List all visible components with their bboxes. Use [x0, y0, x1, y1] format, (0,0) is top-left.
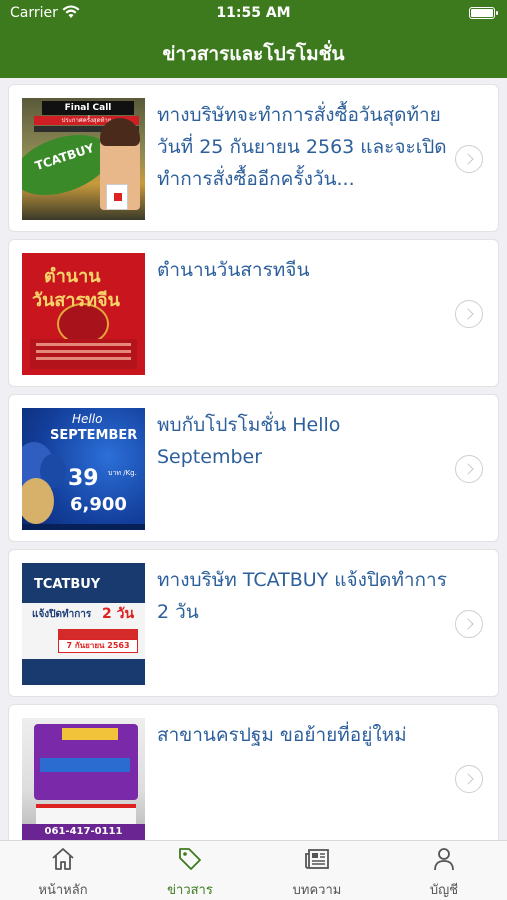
person-icon — [434, 848, 454, 871]
news-card[interactable]: TCATBUY แจ้งปิดทำการ 2 วัน 7 กันยายน 256… — [8, 549, 499, 697]
battery-icon — [469, 7, 498, 19]
news-card[interactable]: TCATBUY Final Call ประกาศครั้งสุดท้าย ทา… — [8, 84, 499, 232]
news-thumbnail: Hello SEPTEMBER 39 บาท /Kg. 6,900 — [22, 408, 145, 530]
news-title[interactable]: สาขานครปฐม ขอย้ายที่อยู่ใหม่ — [157, 719, 447, 751]
tag-icon — [179, 848, 201, 870]
chevron-right-icon[interactable] — [455, 610, 483, 638]
news-title[interactable]: ทางบริษัท TCATBUY แจ้งปิดทำการ 2 วัน — [157, 564, 447, 628]
tab-label: บทความ — [292, 883, 342, 898]
news-thumbnail: ตำนาน วันสารทจีน — [22, 253, 145, 375]
clock: 11:55 AM — [216, 5, 291, 21]
tab-label: หน้าหลัก — [38, 883, 88, 898]
page-title: ข่าวสารและโปรโมชั่น — [162, 43, 345, 65]
news-card[interactable]: Hello SEPTEMBER 39 บาท /Kg. 6,900 พบกับโ… — [8, 394, 499, 542]
status-bar: Carrier 11:55 AM — [0, 0, 507, 26]
news-card[interactable]: 061-417-0111 สาขานครปฐม ขอย้ายที่อยู่ใหม… — [8, 704, 499, 840]
navigation-bar: ข่าวสารและโปรโมชั่น — [0, 26, 507, 78]
news-list[interactable]: TCATBUY Final Call ประกาศครั้งสุดท้าย ทา… — [0, 80, 507, 840]
tab-account[interactable]: บัญชี — [381, 841, 507, 900]
chevron-right-icon[interactable] — [455, 145, 483, 173]
chevron-right-icon[interactable] — [455, 455, 483, 483]
chevron-right-icon[interactable] — [455, 765, 483, 793]
news-card[interactable]: ตำนาน วันสารทจีน ตำนานวันสารทจีน — [8, 239, 499, 387]
newspaper-icon — [305, 849, 329, 869]
news-thumbnail: TCATBUY แจ้งปิดทำการ 2 วัน 7 กันยายน 256… — [22, 563, 145, 685]
home-icon — [52, 848, 74, 870]
news-thumbnail: 061-417-0111 — [22, 718, 145, 840]
news-title[interactable]: พบกับโปรโมชั่น Hello September — [157, 409, 447, 473]
tab-news[interactable]: ข่าวสาร — [127, 841, 253, 900]
tab-label: ข่าวสาร — [167, 883, 213, 898]
tab-bar: หน้าหลัก ข่าวสาร บทความ บัญชี — [0, 840, 507, 900]
tab-label: บัญชี — [429, 883, 459, 898]
news-thumbnail: TCATBUY Final Call ประกาศครั้งสุดท้าย — [22, 98, 145, 220]
tab-home[interactable]: หน้าหลัก — [0, 841, 126, 900]
tab-articles[interactable]: บทความ — [254, 841, 380, 900]
news-title[interactable]: ทางบริษัทจะทำการสั่งซื้อวันสุดท้ายวันที่… — [157, 99, 447, 195]
chevron-right-icon[interactable] — [455, 300, 483, 328]
news-title[interactable]: ตำนานวันสารทจีน — [157, 254, 447, 286]
